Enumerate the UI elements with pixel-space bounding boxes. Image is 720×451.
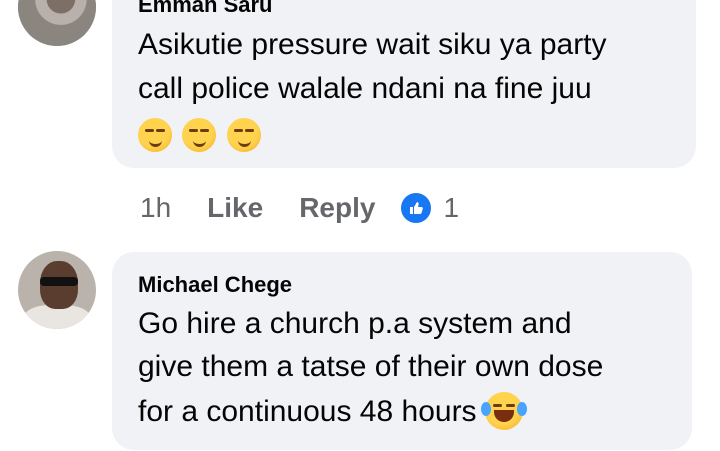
emoji-row bbox=[138, 118, 267, 152]
avatar[interactable] bbox=[18, 0, 96, 46]
avatar[interactable] bbox=[18, 251, 96, 329]
comment-text-line: Go hire a church p.a system and bbox=[138, 307, 572, 340]
comment-text: for a continuous 48 hours bbox=[138, 394, 477, 428]
comment-bubble: Michael Chege Go hire a church p.a syste… bbox=[112, 252, 692, 450]
reaction-count[interactable]: 1 bbox=[443, 192, 459, 224]
smirk-emoji-icon bbox=[138, 118, 172, 152]
comment-text-line-last: for a continuous 48 hours bbox=[138, 392, 527, 432]
smirk-emoji-icon bbox=[182, 118, 217, 152]
like-button[interactable]: Like bbox=[207, 192, 263, 224]
tears-of-joy-emoji-icon bbox=[480, 392, 527, 430]
comment-actions: 1h Like Reply 1 bbox=[140, 188, 459, 228]
reply-button[interactable]: Reply bbox=[299, 192, 375, 224]
comment-bubble: Emman Saru Asikutie pressure wait siku y… bbox=[112, 0, 696, 168]
thumbs-up-icon[interactable] bbox=[399, 191, 434, 225]
smirk-emoji-icon bbox=[226, 118, 261, 152]
comment-author[interactable]: Michael Chege bbox=[138, 272, 292, 298]
comment-timestamp[interactable]: 1h bbox=[140, 192, 171, 224]
comment-text-line: Asikutie pressure wait siku ya party bbox=[138, 28, 607, 61]
comment-text-line: give them a tatse of their own dose bbox=[138, 350, 604, 383]
comment-author[interactable]: Emman Saru bbox=[138, 0, 273, 18]
comment-text-line: call police walale ndani na fine juu bbox=[138, 72, 592, 105]
